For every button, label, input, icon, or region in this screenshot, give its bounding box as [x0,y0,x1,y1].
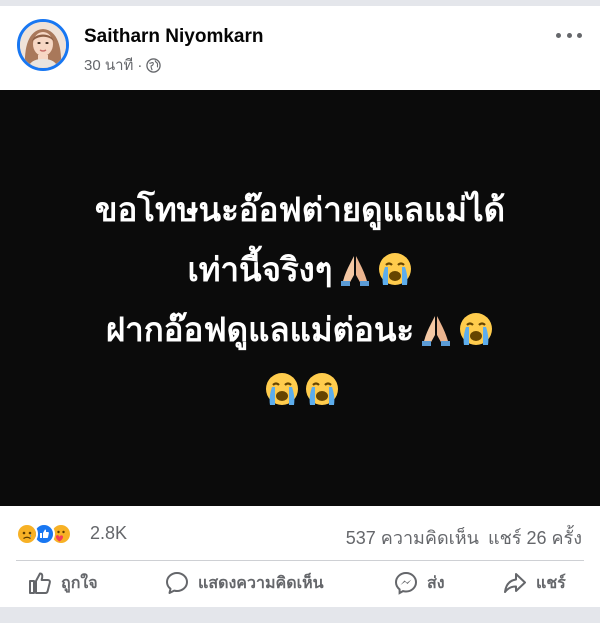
crying-face-emoji-icon [264,371,300,407]
post-time[interactable]: 30 นาที [84,57,133,74]
messenger-icon [393,570,419,596]
like-label: ถูกใจ [61,574,98,592]
engagement-counts: 537 ความคิดเห็น แชร์ 26 ครั้ง [346,523,582,552]
crying-face-emoji-icon [304,371,340,407]
image-text-line-4 [0,360,600,420]
image-text-line-3: ฝากอ๊อฟดูแลแม่ต่อนะ [0,300,600,360]
post-header: Saitharn Niyomkarn 30 นาที · [0,6,600,90]
post-stats: 2.8K 537 ความคิดเห็น แชร์ 26 ครั้ง [0,506,600,558]
author-name[interactable]: Saitharn Niyomkarn [84,26,264,48]
crying-face-emoji-icon [377,251,413,287]
send-label: ส่ง [427,574,445,592]
share-count[interactable]: แชร์ 26 ครั้ง [488,528,582,548]
image-text-line-2: เท่านี้จริงๆ [0,240,600,300]
comment-count[interactable]: 537 ความคิดเห็น [346,528,479,548]
meta-separator: · [137,57,143,74]
thumbs-up-icon [27,570,53,596]
share-label: แชร์ [536,574,566,592]
sad-reaction-icon [16,523,38,545]
image-text-line-3-text: ฝากอ๊อฟดูแลแม่ต่อนะ [105,310,415,349]
folded-hands-emoji-icon [337,251,373,287]
reaction-summary[interactable] [16,523,72,545]
comment-button[interactable]: แสดงความคิดเห็น [164,563,324,603]
crying-face-emoji-icon [458,311,494,347]
send-button[interactable]: ส่ง [393,563,445,603]
share-button[interactable]: แชร์ [502,563,566,603]
share-arrow-icon [502,570,528,596]
action-bar: ถูกใจ แสดงความคิดเห็น ส่ง แชร์ [0,563,600,605]
comment-bubble-icon [164,570,190,596]
image-text-line-1: ขอโทษนะอ๊อฟต่ายดูแลแม่ได้ [94,190,506,229]
more-options-icon[interactable] [556,25,582,45]
image-text-line-2-text: เท่านี้จริงๆ [187,250,333,289]
folded-hands-emoji-icon [418,311,454,347]
avatar[interactable] [17,19,69,71]
divider [16,560,584,561]
reaction-count[interactable]: 2.8K [90,523,127,544]
feed-gap-bottom [0,607,600,623]
like-button[interactable]: ถูกใจ [27,563,98,603]
post-image-text: ขอโทษนะอ๊อฟต่ายดูแลแม่ได้ เท่านี้จริงๆ ฝ… [0,88,600,420]
post-meta: 30 นาที · [84,53,162,77]
comment-label: แสดงความคิดเห็น [198,574,324,592]
globe-icon [146,58,162,77]
